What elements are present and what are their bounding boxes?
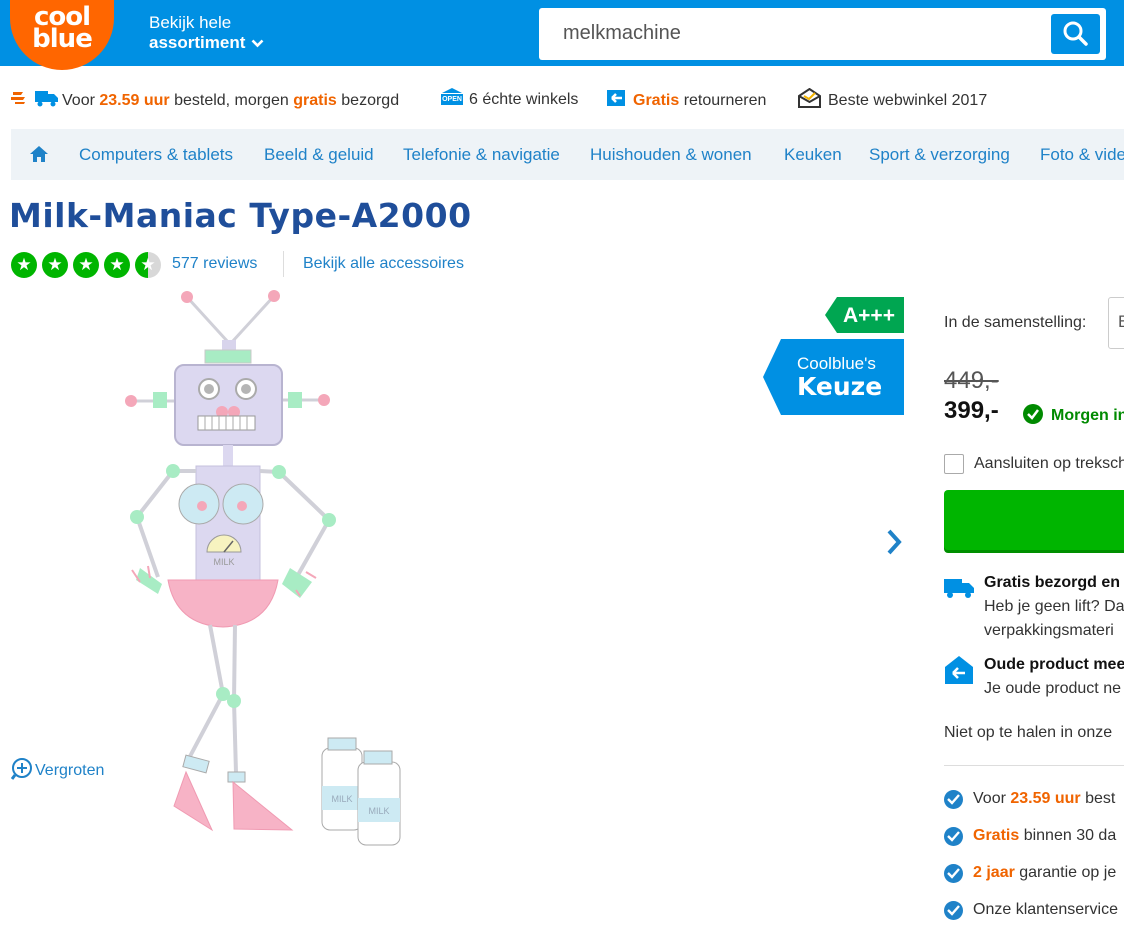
chevron-right-icon[interactable]: [884, 528, 904, 556]
accessories-link[interactable]: Bekijk alle accessoires: [303, 255, 464, 273]
category-navigation: Computers & tablets Beeld & geluid Telef…: [11, 129, 1124, 180]
pickup-note: Niet op te halen in onze: [944, 724, 1113, 741]
energy-label-text: A+++: [843, 304, 895, 327]
zoom-in-icon: [10, 758, 32, 780]
nav-computers-tablets[interactable]: Computers & tablets: [79, 145, 233, 165]
search-bar: melkmachine: [539, 8, 1106, 60]
coolblue-logo[interactable]: cool blue: [10, 0, 114, 70]
search-button[interactable]: [1051, 14, 1100, 54]
check-icon: [944, 901, 963, 920]
award-envelope-icon: [798, 87, 821, 108]
checklist-item-delivery: Voor 23.59 uur best: [973, 790, 1116, 807]
logo-text: cool blue: [32, 2, 93, 54]
old-price: 449,-: [944, 367, 999, 394]
delivery-truck-icon: [944, 579, 974, 598]
add-to-cart-button[interactable]: [944, 490, 1124, 550]
usp-award: Beste webwinkel 2017: [798, 87, 987, 110]
checklist-item-service: Onze klantenservice: [973, 901, 1118, 918]
feature-free-delivery-text1: Heb je geen lift? Da: [984, 598, 1124, 615]
checklist-item-warranty: 2 jaar garantie op je: [973, 864, 1117, 881]
zoom-label: Vergroten: [35, 762, 105, 779]
check-icon: [944, 827, 963, 846]
star-full-icon: ★: [104, 252, 130, 278]
home-icon[interactable]: [29, 145, 49, 163]
svg-text:MILK: MILK: [368, 806, 389, 816]
check-icon: [944, 864, 963, 883]
feature-old-product-title: Oude product mee: [984, 656, 1124, 673]
delivery-text: Morgen in huis: [1051, 407, 1124, 424]
reviews-link[interactable]: 577 reviews: [172, 255, 257, 273]
nav-huishouden-wonen[interactable]: Huishouden & wonen: [590, 145, 752, 165]
config-select[interactable]: B: [1108, 297, 1124, 349]
nav-foto-video[interactable]: Foto & video: [1040, 145, 1124, 165]
nav-sport-verzorging[interactable]: Sport & verzorging: [869, 145, 1010, 165]
checklist-item-returns: Gratis binnen 30 da: [973, 827, 1117, 844]
assortiment-line1: Bekijk hele: [149, 13, 232, 32]
search-icon: [1063, 21, 1088, 46]
config-label: In de samenstelling:: [944, 314, 1087, 331]
product-image-robot[interactable]: MILK MILK MILK: [110, 285, 420, 855]
divider: [944, 765, 1124, 766]
coolblue-keuze-badge: Coolblue's Keuze: [763, 339, 904, 415]
zoom-button[interactable]: Vergroten: [10, 757, 105, 781]
config-select-value: B: [1118, 312, 1124, 331]
delivery-truck-icon: [11, 91, 58, 107]
usp-delivery: Voor 23.59 uur besteld, morgen gratis be…: [11, 88, 399, 110]
usp-returns: Gratis retourneren: [604, 88, 766, 110]
delivery-status: Morgen in huis: [1023, 404, 1124, 425]
check-icon: [944, 790, 963, 809]
current-price: 399,-: [944, 397, 999, 424]
installation-checkbox[interactable]: [944, 454, 964, 474]
divider: [283, 251, 284, 277]
assortiment-menu-button[interactable]: Bekijk hele assortiment: [149, 13, 264, 53]
return-arrow-icon: [607, 90, 625, 106]
keuze-line1: Coolblue's: [797, 354, 876, 373]
feature-free-delivery-title: Gratis bezorgd en: [984, 574, 1121, 591]
feature-free-delivery-text2: verpakkingsmateri: [984, 622, 1114, 639]
star-full-icon: ★: [42, 252, 68, 278]
checkbox-label[interactable]: Aansluiten op treksch: [974, 455, 1124, 473]
star-full-icon: ★: [11, 252, 37, 278]
nav-keuken[interactable]: Keuken: [784, 145, 842, 165]
feature-old-product-text: Je oude product ne: [984, 680, 1121, 697]
star-full-icon: ★: [73, 252, 99, 278]
search-input[interactable]: melkmachine: [563, 22, 681, 45]
check-circle-icon: [1023, 404, 1043, 424]
star-half-icon: ★: [135, 252, 161, 278]
energy-label-badge[interactable]: A+++: [825, 297, 904, 333]
nav-beeld-geluid[interactable]: Beeld & geluid: [264, 145, 374, 165]
site-header: cool blue Bekijk hele assortiment melkma…: [0, 0, 1124, 70]
svg-text:MILK: MILK: [331, 794, 352, 804]
chevron-down-icon: [251, 39, 264, 47]
usp-stores: OPEN 6 échte winkels: [440, 88, 578, 109]
assortiment-line2: assortiment: [149, 33, 246, 52]
svg-text:MILK: MILK: [213, 557, 234, 567]
nav-telefonie-navigatie[interactable]: Telefonie & navigatie: [403, 145, 560, 165]
open-store-icon: OPEN: [440, 88, 464, 106]
product-title: Milk-Maniac Type-A2000: [9, 196, 472, 235]
keuze-line2: Keuze: [797, 372, 883, 401]
return-old-product-icon: [945, 656, 973, 684]
